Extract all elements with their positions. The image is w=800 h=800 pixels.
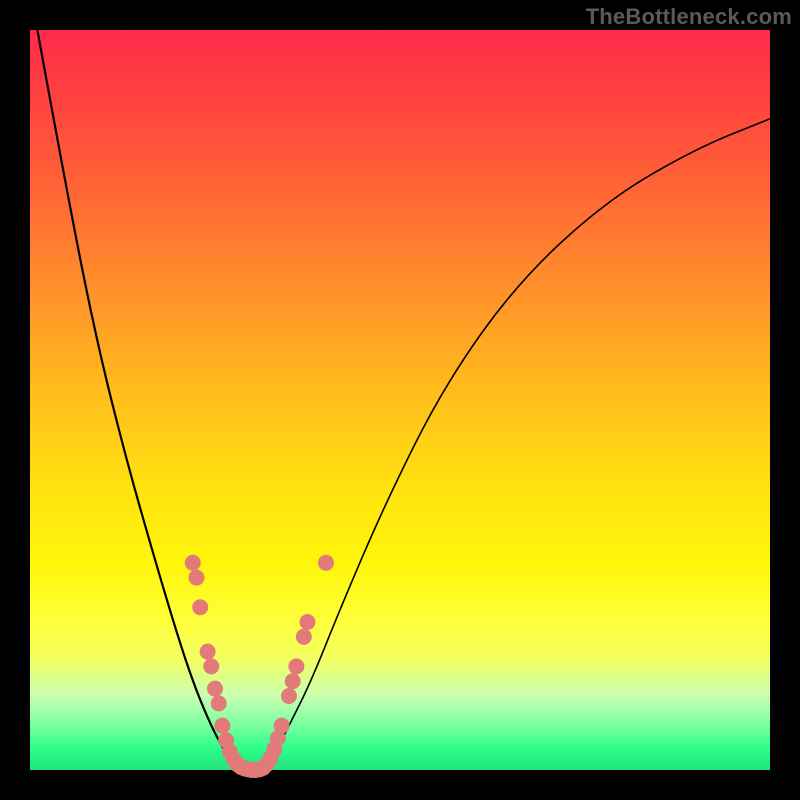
plot-area bbox=[30, 30, 770, 770]
right-curve bbox=[259, 119, 770, 770]
data-dot bbox=[189, 570, 205, 586]
data-dot bbox=[200, 644, 216, 660]
chart-frame: TheBottleneck.com bbox=[0, 0, 800, 800]
data-dot bbox=[214, 718, 230, 734]
chart-svg bbox=[30, 30, 770, 770]
data-dot bbox=[203, 658, 219, 674]
data-dot bbox=[207, 681, 223, 697]
data-dot bbox=[192, 599, 208, 615]
data-dot bbox=[185, 555, 201, 571]
data-dots bbox=[185, 555, 334, 778]
data-dot bbox=[300, 614, 316, 630]
data-dot bbox=[318, 555, 334, 571]
data-dot bbox=[288, 658, 304, 674]
data-dot bbox=[281, 688, 297, 704]
watermark-text: TheBottleneck.com bbox=[586, 4, 792, 30]
data-dot bbox=[296, 629, 312, 645]
data-dot bbox=[285, 673, 301, 689]
data-dot bbox=[274, 718, 290, 734]
data-dot bbox=[211, 695, 227, 711]
